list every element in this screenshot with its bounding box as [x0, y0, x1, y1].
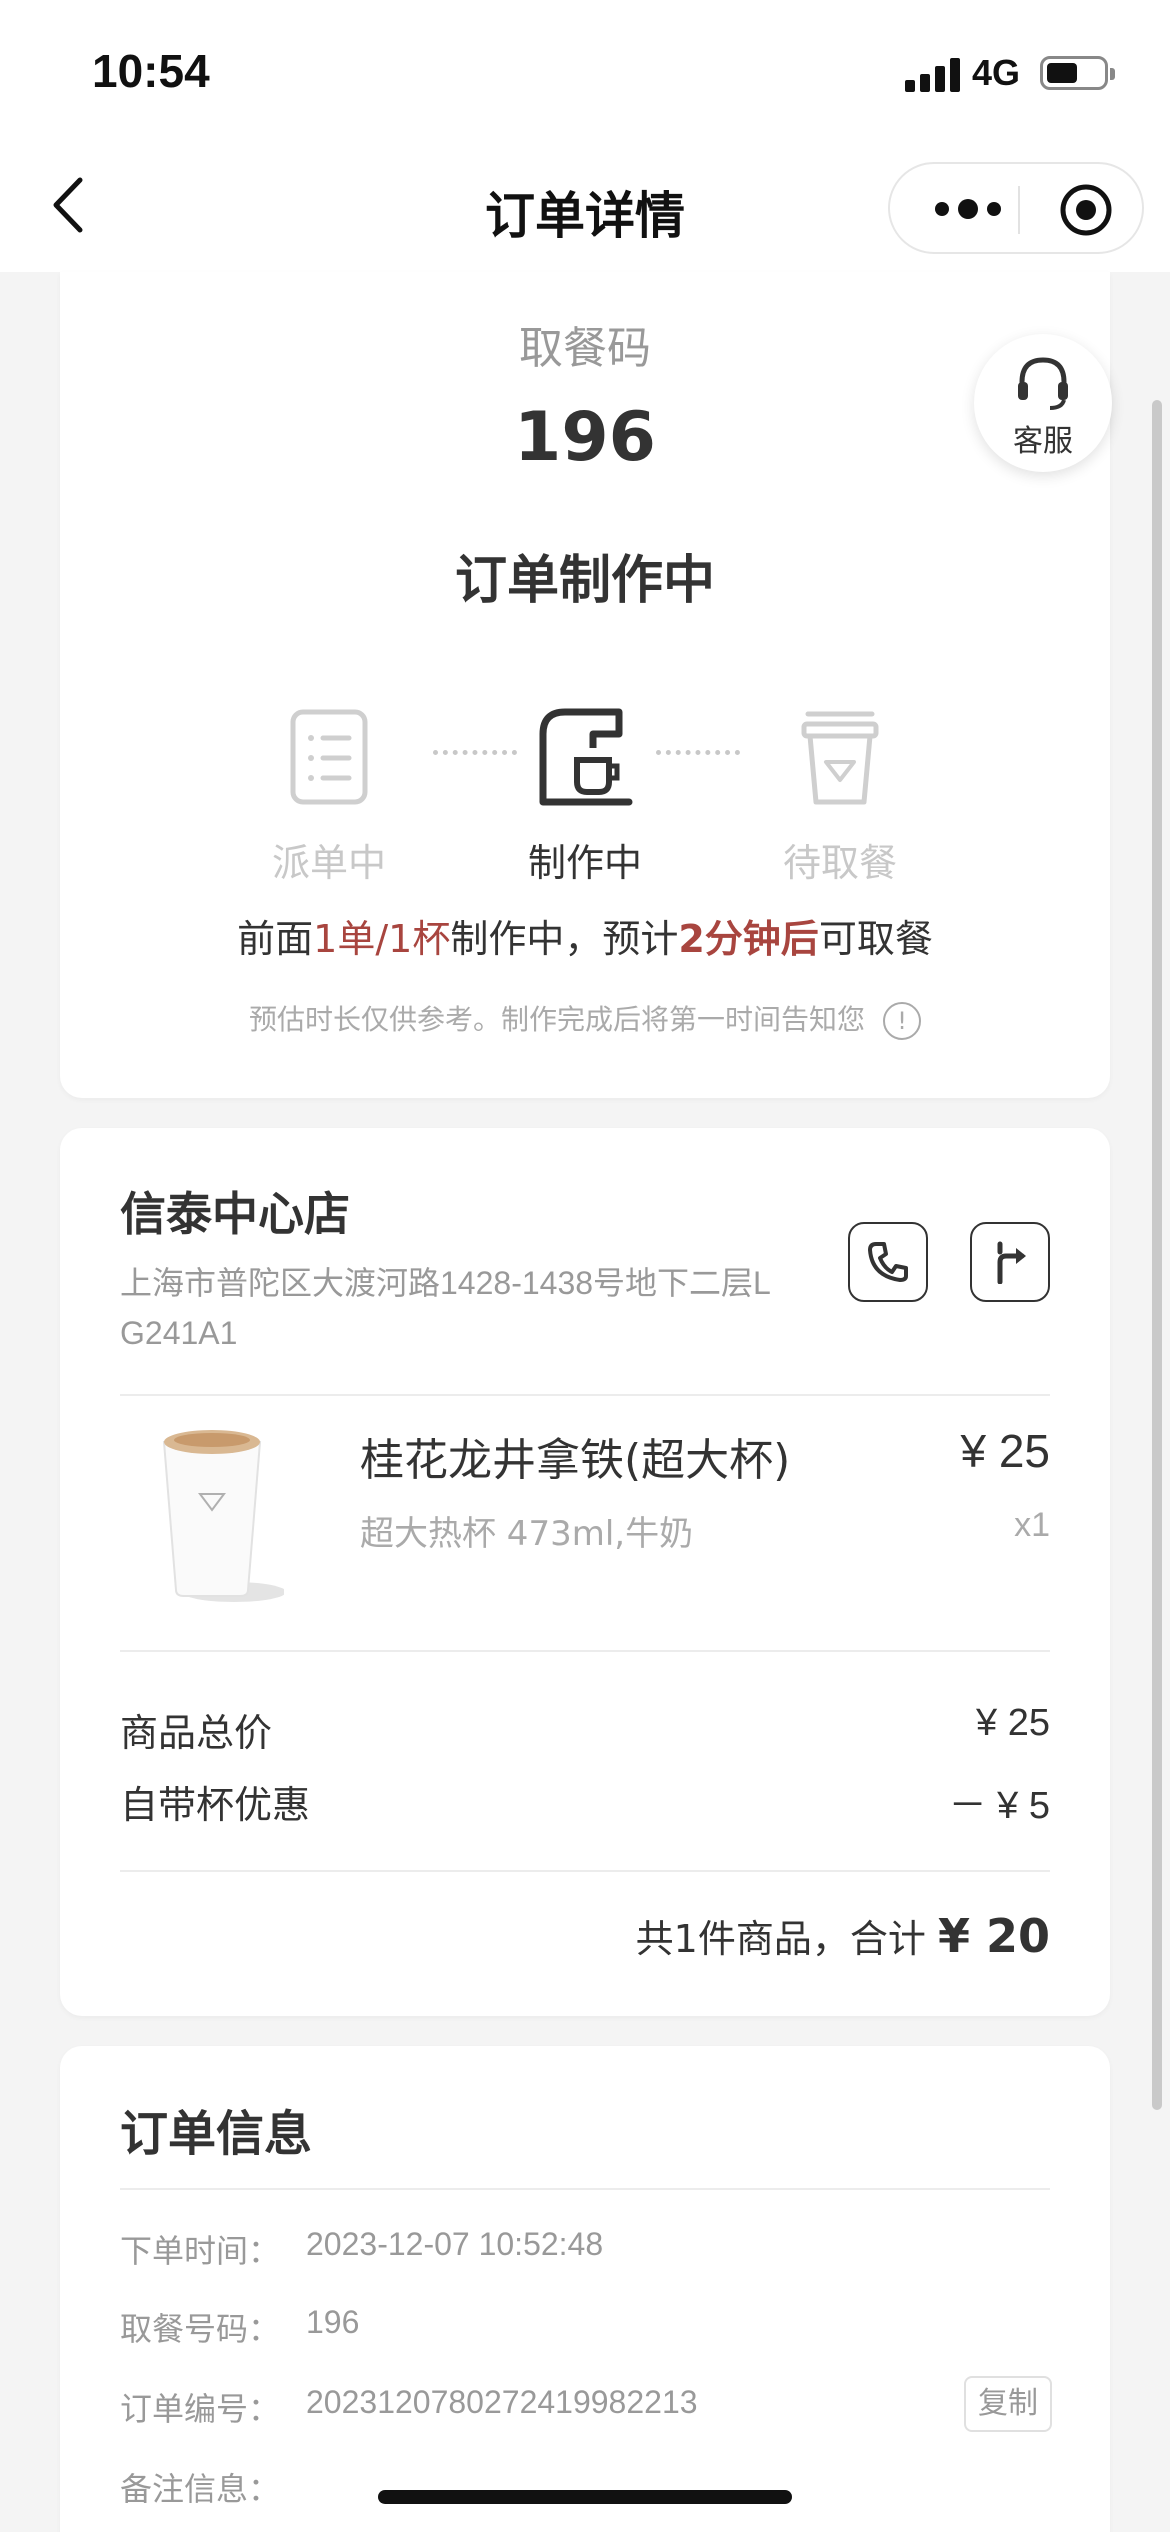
- queue-status: 前面1单/1杯制作中，预计2分钟后可取餐: [60, 908, 1110, 963]
- phone-icon: [868, 1242, 908, 1282]
- order-time-label: 下单时间：: [120, 2232, 281, 2270]
- product-quantity: x1: [1014, 1506, 1050, 1544]
- discount-label: 自带杯优惠: [120, 1783, 311, 1827]
- product-image: [162, 1430, 284, 1602]
- remark-label: 备注信息：: [120, 2470, 281, 2508]
- divider: [120, 2188, 1050, 2190]
- close-target-icon[interactable]: [1058, 182, 1114, 238]
- order-number-label: 订单编号：: [120, 2390, 281, 2428]
- product-spec: 超大热杯 473ml,牛奶: [360, 1514, 694, 1554]
- info-icon[interactable]: !: [883, 1002, 921, 1040]
- navigate-store-button[interactable]: [970, 1222, 1050, 1302]
- pickup-code: 196: [514, 398, 656, 477]
- pickup-code-label: 取餐码: [519, 323, 651, 374]
- step-ready: 待取餐: [750, 704, 930, 887]
- step-dispatching: 派单中: [239, 704, 419, 887]
- network-label: 4G: [972, 52, 1021, 93]
- subtotal-label: 商品总价: [120, 1711, 273, 1755]
- signal-icon: [905, 58, 961, 92]
- estimate-note-text: 预估时长仅供参考。制作完成后将第一时间告知您: [248, 1003, 865, 1036]
- estimate-note: 预估时长仅供参考。制作完成后将第一时间告知您!: [60, 998, 1110, 1040]
- divider: [120, 1870, 1050, 1872]
- mini-program-capsule: [888, 162, 1144, 254]
- step-making: 制作中: [495, 704, 675, 887]
- queue-suffix: 可取餐: [818, 917, 933, 961]
- order-number-value: 20231207802724199822​13: [306, 2384, 698, 2420]
- copy-button[interactable]: 复制: [964, 2376, 1052, 2432]
- home-indicator[interactable]: [378, 2490, 792, 2504]
- store-name: 信泰中心店: [120, 1187, 350, 1241]
- coffee-machine-icon: [539, 708, 633, 806]
- order-list-icon: [290, 709, 368, 805]
- divider: [120, 1394, 1050, 1396]
- pickup-number-label: 取餐号码：: [120, 2310, 281, 2348]
- step-label: 待取餐: [782, 841, 897, 885]
- store-address: 上海市普陀区大渡河路1428-1438号地下二层L G241A1: [120, 1265, 770, 1351]
- more-icon[interactable]: [926, 184, 1010, 234]
- queue-eta: 2分钟后: [678, 917, 819, 961]
- order-info-card: 订单信息 下单时间： 2023-12-07 10:52:48 取餐号码： 196…: [60, 2046, 1110, 2532]
- step-label: 派单中: [271, 841, 386, 885]
- capsule-divider: [1018, 186, 1020, 234]
- product-price: ¥ 25: [960, 1425, 1050, 1477]
- step-connector: [656, 750, 740, 755]
- customer-service-label: 客服: [1013, 424, 1073, 459]
- pickup-number-value: 196: [306, 2304, 360, 2340]
- divider: [120, 1650, 1050, 1652]
- subtotal-value: ¥ 25: [976, 1702, 1050, 1744]
- cup-icon: [801, 711, 879, 805]
- queue-mid: 制作中，预计: [450, 917, 679, 961]
- customer-service-button[interactable]: 客服: [974, 334, 1112, 472]
- step-label: 制作中: [527, 841, 642, 885]
- discount-value: － ¥ 5: [948, 1785, 1050, 1827]
- order-time-value: 2023-12-07 10:52:48: [306, 2226, 604, 2262]
- order-items-card: 信泰中心店 上海市普陀区大渡河路1428-1438号地下二层L G241A1 桂…: [60, 1128, 1110, 2016]
- queue-prefix: 前面: [237, 917, 314, 961]
- status-time: 10:54: [92, 45, 210, 97]
- directions-icon: [997, 1241, 1026, 1284]
- total-prefix: 共1件商品，合计: [635, 1917, 926, 1961]
- total-amount: ¥ 20: [937, 1909, 1050, 1963]
- battery-icon: [1040, 56, 1115, 90]
- nav-bar: 订单详情: [0, 140, 1170, 272]
- call-store-button[interactable]: [848, 1222, 928, 1302]
- headset-icon: [1018, 357, 1068, 410]
- queue-count: 1单/1杯: [313, 917, 451, 961]
- scrollbar[interactable]: [1152, 400, 1162, 2110]
- order-info-title: 订单信息: [120, 2106, 313, 2162]
- pickup-card: 取餐码 196 订单制作中 派单中 制作中 待取餐 前面1单/1杯制作中，预计2…: [60, 272, 1110, 1098]
- status-bar: 10:54 4G: [0, 0, 1170, 140]
- order-total: 共1件商品，合计 ¥ 20: [636, 1908, 1050, 1963]
- product-name: 桂花龙井拿铁(超大杯): [360, 1435, 791, 1486]
- order-status: 订单制作中: [454, 551, 715, 611]
